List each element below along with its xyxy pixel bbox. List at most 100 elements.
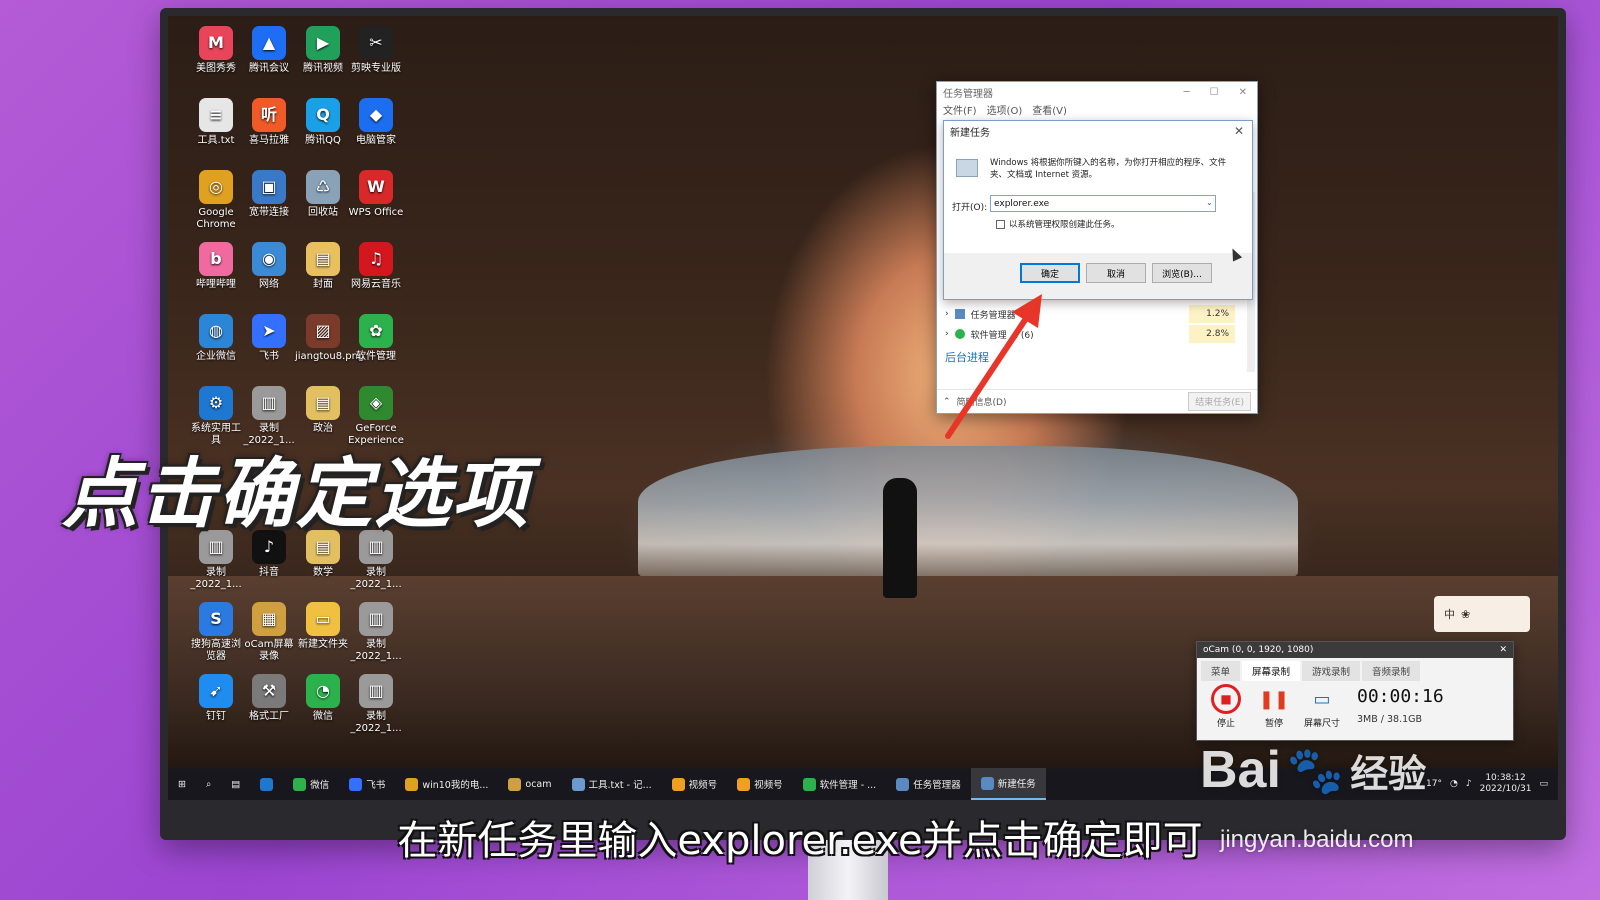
desktop-icon[interactable]: ▦ oCam屏幕录像 [241,602,297,663]
screen-size-button[interactable]: ▭ 屏幕尺寸 [1301,684,1343,730]
network-icon[interactable]: ◔ [1450,779,1458,789]
cancel-button[interactable]: 取消 [1086,263,1146,283]
taskbar-app-label: 新建任务 [997,779,1036,790]
dialog-body: Windows 将根据你所键入的名称，为你打开相应的程序、文件夹、文档或 Int… [944,141,1252,253]
red-arrow-annotation [945,294,1042,439]
mail-button[interactable] [250,768,283,800]
close-icon[interactable]: ✕ [1234,124,1244,138]
desktop-icon[interactable]: ➹ 钉钉 [188,674,244,723]
ocam-titlebar[interactable]: oCam (0, 0, 1920, 1080) ✕ [1197,642,1513,658]
desktop-icon[interactable]: ▤ 政治 [295,386,351,435]
ime-settings-icon[interactable]: ❀ [1461,608,1470,621]
app-icon: b [199,242,233,276]
ok-button[interactable]: 确定 [1020,263,1080,283]
desktop-icon[interactable]: ◍ 企业微信 [188,314,244,363]
browse-button[interactable]: 浏览(B)... [1152,263,1212,283]
app-icon: W [359,170,393,204]
desktop-icon[interactable]: ≡ 工具.txt [188,98,244,147]
tab-menu[interactable]: 菜单 [1201,661,1241,681]
app-icon [571,777,585,791]
desktop-icon[interactable]: W WPS Office [348,170,404,219]
taskbar-app[interactable]: 视频号 [662,768,728,800]
taskbar-app[interactable]: 微信 [283,768,339,800]
desktop-icon[interactable]: ⚒ 格式工厂 [241,674,297,723]
minimize-icon[interactable]: ─ [1184,87,1190,98]
desktop-icon[interactable]: ♫ 网易云音乐 [348,242,404,291]
desktop-icon[interactable]: ◉ 网络 [241,242,297,291]
desktop-icon[interactable]: ▥ 录制_2022_1... [348,674,404,735]
desktop-icon[interactable]: ➤ 飞书 [241,314,297,363]
end-task-button[interactable]: 结束任务(E) [1188,392,1251,411]
tab-game-record[interactable]: 游戏录制 [1302,661,1361,681]
start-button[interactable]: ⊞ [168,768,196,800]
desktop: M 美图秀秀 ▲ 腾讯会议 ▶ 腾讯视频 ✂ 剪映专业版 ≡ 工具.txt 听喜马拉雅 Q 腾讯QQ ◆ 电… [168,16,1558,800]
new-task-dialog[interactable]: 新建任务 ✕ Windows 将根据你所键入的名称，为你打开相应的程序、文件夹、… [943,120,1253,300]
watermark-brand-cn: 经验 [1350,751,1427,796]
ime-mode[interactable]: 中 [1444,606,1455,622]
desktop-icon[interactable]: ♺ 回收站 [295,170,351,219]
desktop-icon-label: 美图秀秀 [196,63,236,74]
desktop-icon[interactable]: ✂ 剪映专业版 [348,26,404,75]
app-icon: ▶ [306,26,340,60]
app-icon: ▥ [252,386,286,420]
task-view-button[interactable]: ▤ [221,768,250,800]
chevron-down-icon[interactable]: ⌄ [1206,198,1213,207]
ocam-window[interactable]: oCam (0, 0, 1920, 1080) ✕ 菜单 屏幕录制 游戏录制 音… [1196,641,1514,741]
volume-icon[interactable]: ♪ [1466,779,1472,789]
recording-timer: 00:00:16 [1357,686,1444,707]
close-icon[interactable]: ✕ [1499,645,1507,655]
desktop-icon[interactable]: ▭ 新建文件夹 [295,602,351,651]
desktop-icon[interactable]: 听喜马拉雅 [241,98,297,147]
desktop-icon[interactable]: ◆ 电脑管家 [348,98,404,147]
tab-audio-record[interactable]: 音频录制 [1362,661,1421,681]
baidu-watermark: Bai 🐾 经验 [1200,740,1426,800]
desktop-icon[interactable]: Q 腾讯QQ [295,98,351,147]
taskbar-app-label: 视频号 [754,780,783,791]
desktop-icon[interactable]: ▥ 录制_2022_1... [348,602,404,663]
taskbar-app[interactable]: 工具.txt - 记... [562,768,662,800]
pause-button[interactable]: ❚❚ 暂停 [1253,684,1295,730]
desktop-icon[interactable]: ▨ jiangtou8.png [295,314,364,363]
open-input[interactable] [990,195,1216,212]
desktop-icon[interactable]: ▤ 封面 [295,242,351,291]
menu-options[interactable]: 选项(O) [987,102,1023,118]
dialog-description: Windows 将根据你所键入的名称，为你打开相应的程序、文件夹、文档或 Int… [990,158,1227,180]
search-button[interactable]: ⌕ [196,768,221,800]
taskbar-app[interactable]: 软件管理 - ... [793,768,887,800]
taskbar-app[interactable]: win10我的电... [395,768,498,800]
notification-icon[interactable]: ▭ [1539,779,1548,789]
desktop-icon[interactable]: M 美图秀秀 [188,26,244,75]
desktop-icon[interactable]: ▲ 腾讯会议 [241,26,297,75]
app-icon: ◍ [199,314,233,348]
taskbar-app[interactable]: ocam [498,768,561,800]
clock[interactable]: 10:38:12 2022/10/31 [1480,773,1532,795]
desktop-icon[interactable]: ✿ 软件管理 [348,314,404,363]
taskbar-app[interactable]: 飞书 [339,768,395,800]
menu-view[interactable]: 查看(V) [1032,102,1067,118]
app-icon: ≡ [199,98,233,132]
admin-checkbox-row[interactable]: 以系统管理权限创建此任务。 [996,218,1120,230]
close-icon[interactable]: ✕ [1239,87,1247,98]
desktop-icon-label: 工具.txt [197,135,235,146]
tab-screen-record[interactable]: 屏幕录制 [1242,661,1301,681]
stop-button[interactable]: ■ 停止 [1205,684,1247,729]
task-manager-titlebar[interactable]: 任务管理器 ─ ☐ ✕ [937,82,1257,102]
desktop-icon-label: 企业微信 [196,351,236,362]
desktop-icon[interactable]: ◔ 微信 [295,674,351,723]
weather-temp[interactable]: 17° [1426,779,1442,789]
taskbar-app[interactable]: 视频号 [727,768,793,800]
menu-file[interactable]: 文件(F) [943,102,977,118]
taskbar-app-label: 工具.txt - 记... [588,780,652,791]
taskbar-app[interactable]: 任务管理器 [886,768,971,800]
ime-toolbar[interactable]: 中 ❀ [1434,596,1530,632]
admin-checkbox[interactable] [996,219,1005,229]
desktop-icon[interactable]: ▣ 宽带连接 [241,170,297,219]
dialog-titlebar[interactable]: 新建任务 ✕ [944,121,1252,141]
taskbar-app[interactable]: 新建任务 [970,768,1046,800]
desktop-icon[interactable]: b 哔哩哔哩 [188,242,244,291]
app-icon [671,777,685,791]
desktop-icon[interactable]: ▶ 腾讯视频 [295,26,351,75]
desktop-icon[interactable]: ◎ Google Chrome [188,170,244,231]
maximize-icon[interactable]: ☐ [1210,87,1219,98]
desktop-icon[interactable]: S 搜狗高速浏览器 [188,602,244,663]
